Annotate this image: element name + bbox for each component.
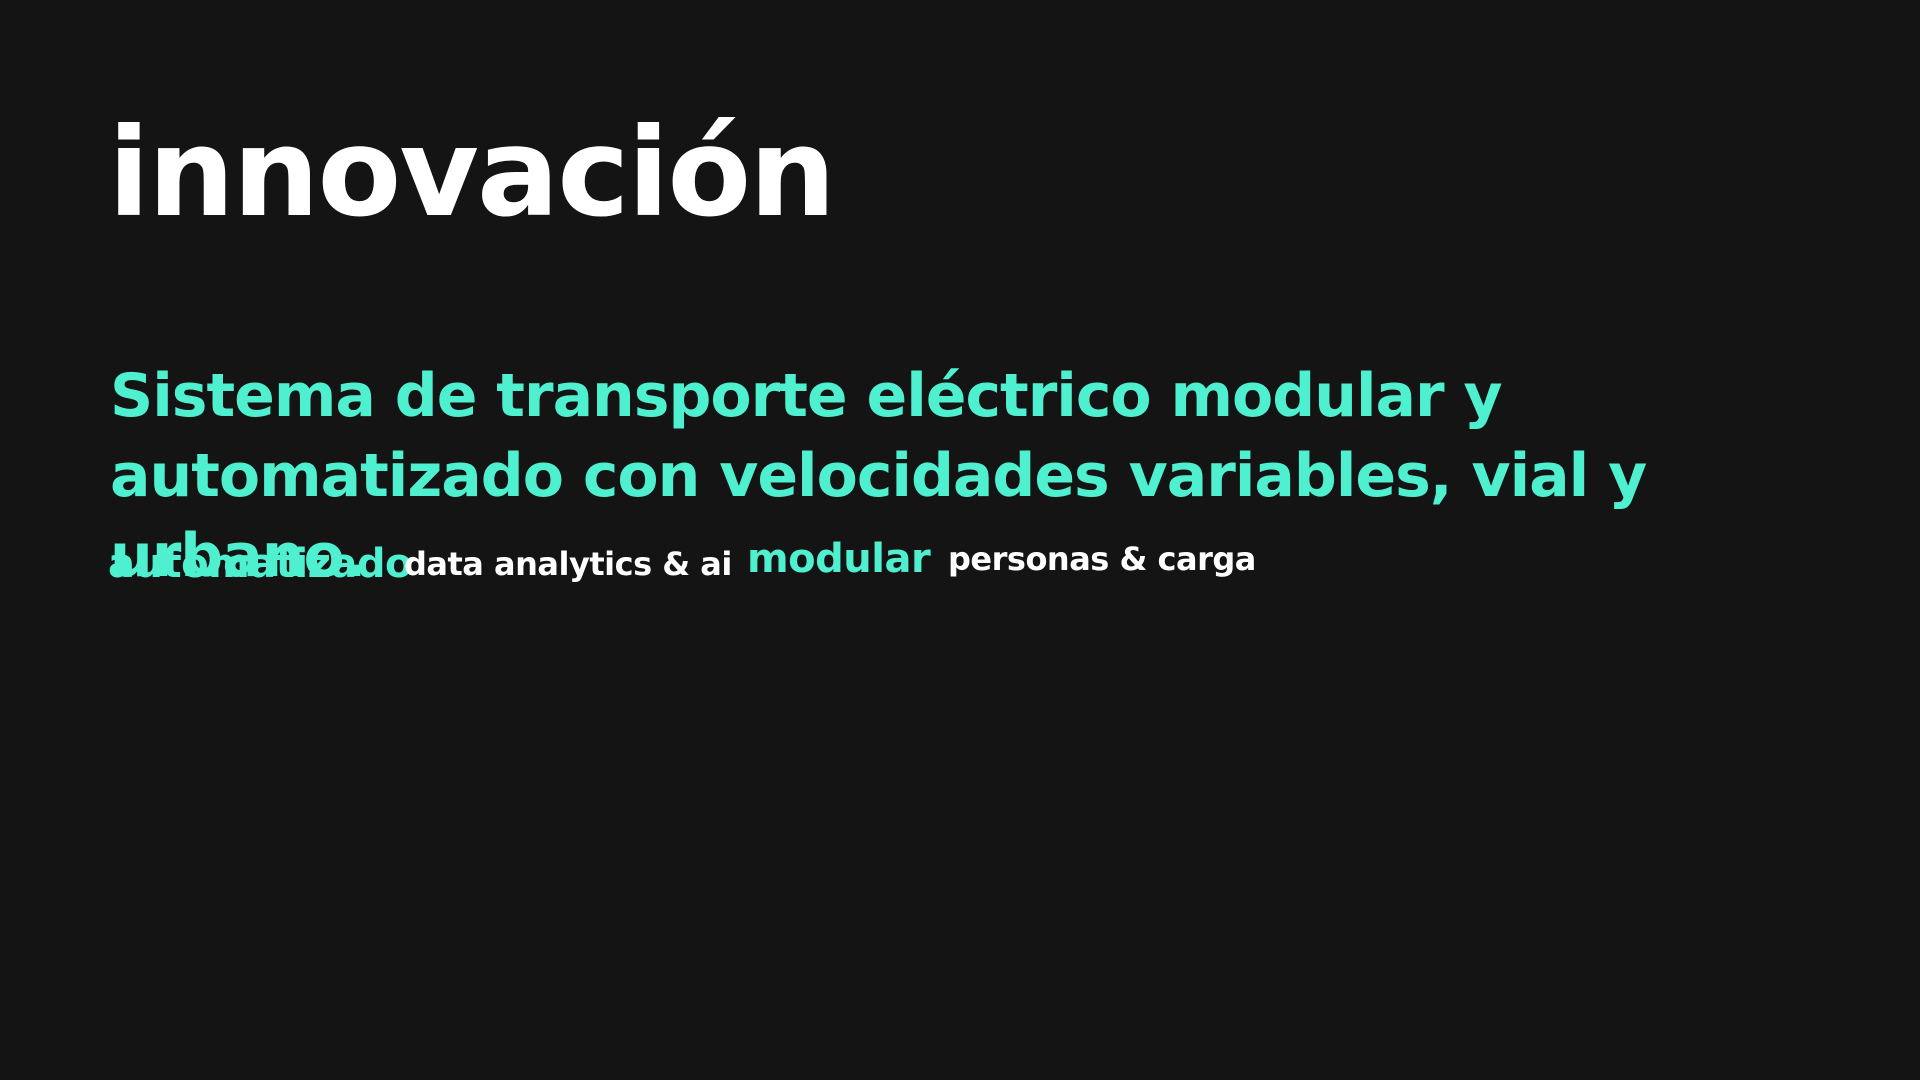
tag-data-analytics: data analytics & ai xyxy=(404,545,732,583)
slide: innovación Sistema de transporte eléctri… xyxy=(0,0,1920,1080)
tag-modular: modular xyxy=(747,536,931,582)
tag-personas-carga: personas & carga xyxy=(948,540,1256,578)
page-title: innovación xyxy=(108,102,836,244)
tag-automatizado: automatizado xyxy=(108,541,412,587)
